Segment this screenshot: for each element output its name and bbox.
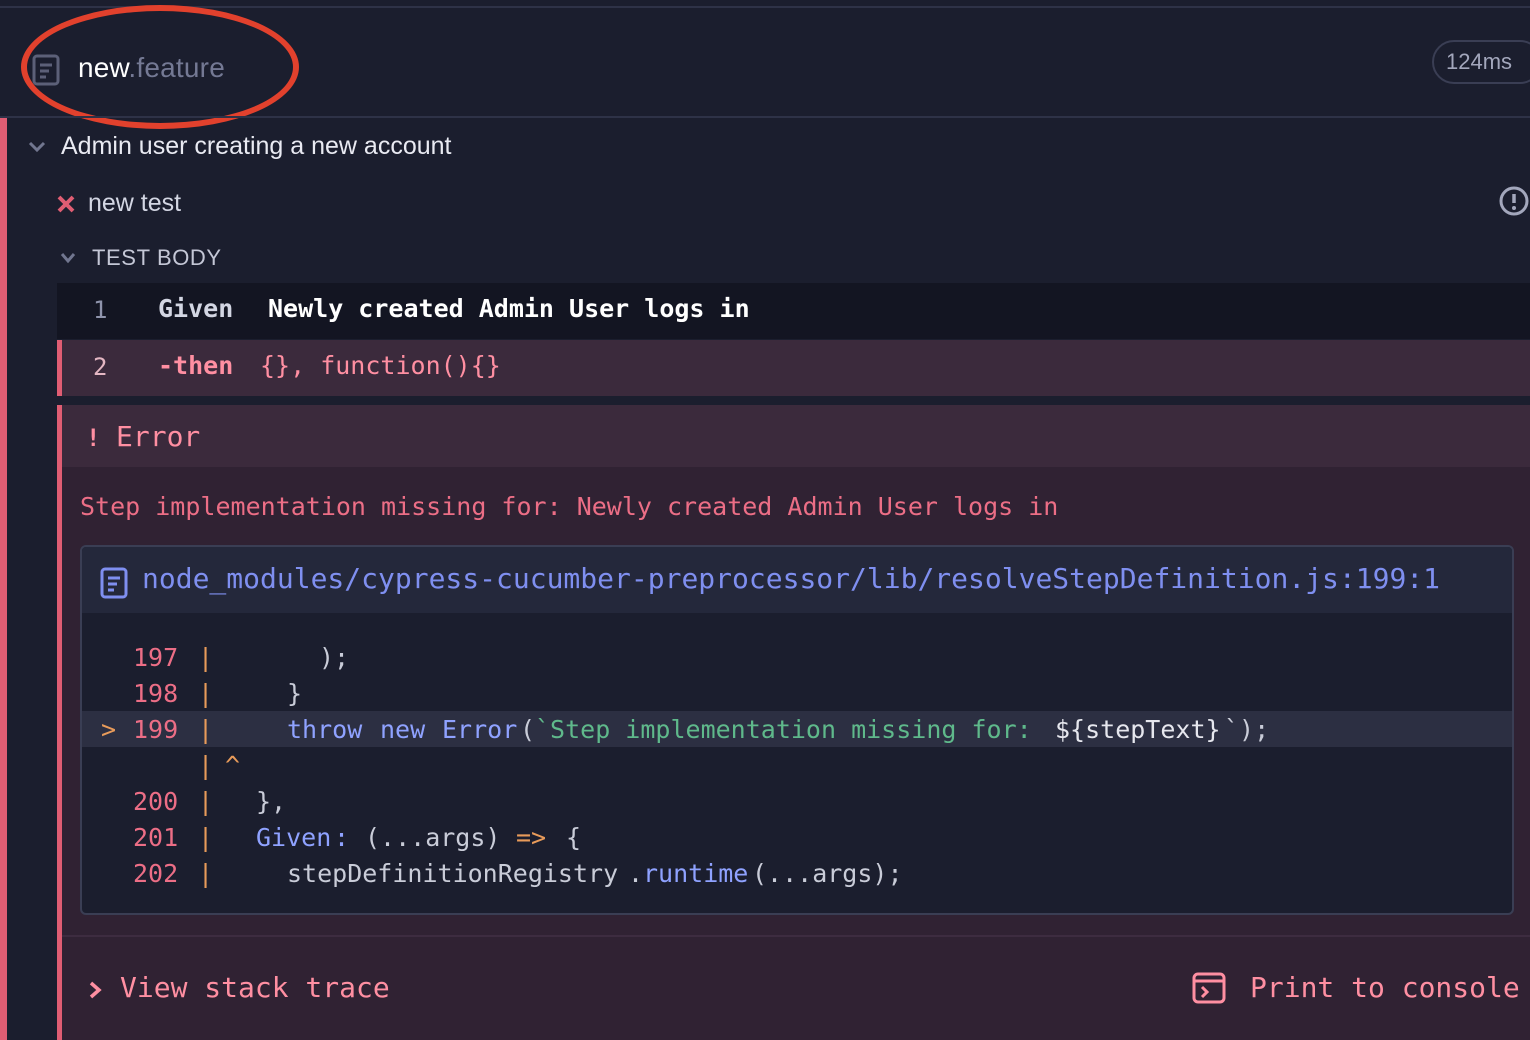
code-template: ${stepText}	[1055, 715, 1221, 744]
command-row[interactable]: 1 Given Newly created Admin User logs in	[57, 283, 1530, 339]
error-name: Error	[116, 420, 201, 453]
file-path-link[interactable]: node_modules/cypress-cucumber-preprocess…	[142, 562, 1440, 595]
code-punct: :	[334, 823, 350, 852]
chevron-right-icon[interactable]	[88, 980, 102, 1000]
spec-header: new.feature 124ms	[0, 8, 1530, 116]
code-line-highlighted: > 199 | throw new Error ( `Step implemen…	[82, 711, 1512, 747]
code-line: 202 | stepDefinitionRegistry . runtime (…	[82, 855, 1512, 891]
line-number: 202	[133, 859, 179, 888]
failed-x-icon	[57, 195, 75, 213]
error-panel: ! Error Step implementation missing for:…	[57, 405, 1530, 1040]
spec-file-name[interactable]: new.feature	[78, 52, 225, 84]
code-args: (...args);	[752, 859, 903, 888]
command-message: {}, function(){}	[260, 351, 501, 380]
command-number: 2	[93, 353, 108, 381]
code-line: 201 | Given : (...args) => {	[82, 819, 1512, 855]
chevron-down-icon	[60, 253, 76, 264]
code-frame-header[interactable]: node_modules/cypress-cucumber-preprocess…	[82, 547, 1512, 613]
document-icon	[100, 567, 128, 599]
footer-divider	[62, 935, 1530, 937]
document-icon	[32, 54, 60, 86]
gutter-pipe: |	[198, 715, 214, 744]
code-key: Given	[256, 823, 332, 852]
test-body-toggle[interactable]: TEST BODY	[56, 240, 556, 276]
failure-indicator-bar	[0, 118, 7, 1040]
test-body-label: TEST BODY	[92, 245, 222, 270]
error-header: ! Error	[62, 405, 1530, 467]
code-text: }	[287, 679, 303, 708]
code-function: runtime	[643, 859, 749, 888]
command-row-failed[interactable]: 2 -then {}, function(){}	[57, 340, 1530, 396]
code-text: },	[256, 787, 287, 816]
command-number: 1	[93, 296, 108, 324]
line-number: 199	[133, 715, 179, 744]
duration-badge: 124ms	[1432, 40, 1530, 84]
error-exclamation-icon: !	[86, 424, 101, 452]
gutter-pipe: |	[198, 787, 214, 816]
suite-row[interactable]: Admin user creating a new account	[24, 128, 1524, 168]
spec-name-extension: .feature	[128, 52, 225, 83]
code-object: stepDefinitionRegistry	[287, 859, 619, 888]
gutter-pipe: |	[198, 751, 214, 780]
code-string: `Step implementation missing for:	[535, 715, 1032, 744]
print-to-console-button[interactable]: Print to console	[1250, 971, 1520, 1004]
gutter-pipe: |	[198, 643, 214, 672]
test-row[interactable]: new test	[50, 184, 1530, 224]
code-punct: `);	[1224, 715, 1270, 744]
error-message: Step implementation missing for: Newly c…	[80, 492, 1059, 521]
code-class: Error	[442, 715, 518, 744]
code-punct: (	[520, 715, 536, 744]
code-punct: .	[628, 859, 644, 888]
line-number: 201	[133, 823, 179, 852]
code-text: );	[319, 643, 350, 672]
view-stack-trace-button[interactable]: View stack trace	[120, 971, 390, 1004]
code-punct: {	[566, 823, 582, 852]
line-number: 198	[133, 679, 179, 708]
code-args: (...args)	[365, 823, 501, 852]
command-keyword: -then	[158, 351, 234, 380]
code-keyword: throw	[287, 715, 363, 744]
code-line: 197 | );	[82, 639, 1512, 675]
chevron-down-icon	[28, 141, 46, 153]
alert-circle-icon[interactable]	[1498, 184, 1530, 218]
header-divider	[0, 116, 1530, 118]
test-title: new test	[88, 189, 182, 217]
gutter-pipe: |	[198, 859, 214, 888]
suite-title: Admin user creating a new account	[61, 132, 452, 160]
gutter-pipe: |	[198, 679, 214, 708]
spec-name-base: new	[78, 52, 129, 83]
line-marker: >	[101, 715, 117, 744]
code-line: 198 | }	[82, 675, 1512, 711]
command-keyword: Given	[158, 294, 234, 323]
command-message: Newly created Admin User logs in	[268, 294, 750, 323]
code-arrow: =>	[516, 823, 547, 852]
gutter-pipe: |	[198, 823, 214, 852]
terminal-icon[interactable]	[1192, 971, 1226, 1005]
line-number: 200	[133, 787, 179, 816]
code-frame: node_modules/cypress-cucumber-preprocess…	[80, 545, 1514, 915]
line-number: 197	[133, 643, 179, 672]
code-line: 200 | },	[82, 783, 1512, 819]
code-keyword: new	[380, 715, 426, 744]
error-caret: ^	[225, 751, 241, 780]
code-line: | ^	[82, 747, 1512, 783]
